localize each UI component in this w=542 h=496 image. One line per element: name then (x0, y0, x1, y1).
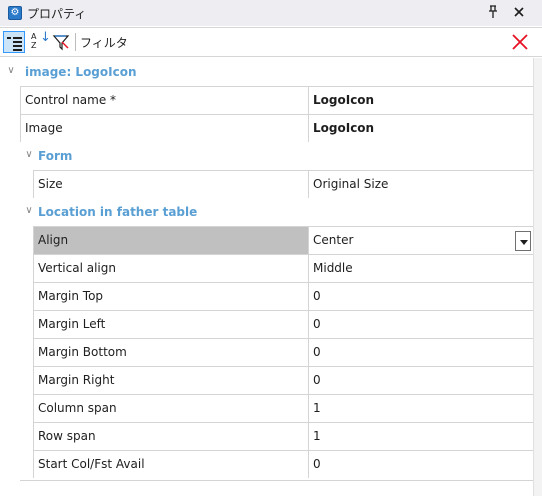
property-row[interactable]: Image LogoIcon (0, 114, 533, 142)
chevron-down-icon[interactable]: ∨ (23, 204, 35, 218)
property-value[interactable]: 0 (308, 366, 533, 394)
category-root[interactable]: ∨ image: LogoIcon (0, 58, 533, 86)
property-value[interactable]: LogoIcon (308, 114, 533, 142)
property-value[interactable]: 1 (308, 422, 533, 450)
align-select[interactable]: Center (308, 226, 533, 254)
category-label: Form (38, 149, 73, 163)
property-value[interactable]: LogoIcon (308, 86, 533, 114)
filter-label: フィルタ (80, 36, 128, 50)
category-label: image: LogoIcon (25, 65, 137, 79)
property-name: Margin Right (33, 366, 309, 394)
property-name: Margin Top (33, 282, 309, 310)
property-value[interactable]: 0 (308, 282, 533, 310)
chevron-down-icon[interactable]: ∨ (23, 148, 35, 162)
property-value[interactable]: Original Size (308, 170, 533, 198)
property-name: Vertical align (33, 254, 309, 282)
property-value: Center (313, 233, 354, 247)
filter-icon[interactable] (52, 32, 70, 52)
dropdown-arrow-icon[interactable] (515, 231, 531, 251)
property-name: Margin Left (33, 310, 309, 338)
property-name: Size (33, 170, 309, 198)
grid-bottom-divider (20, 480, 533, 481)
property-row[interactable]: Margin Left 0 (0, 310, 533, 338)
property-name: Start Col/Fst Avail (33, 450, 309, 478)
panel-title: プロパティ (27, 7, 87, 21)
property-row[interactable]: Start Col/Fst Avail 0 (0, 450, 533, 478)
property-row[interactable]: Margin Bottom 0 (0, 338, 533, 366)
category-location[interactable]: ∨ Location in father table (0, 198, 533, 226)
property-grid: ∨ image: LogoIcon Control name * LogoIco… (0, 58, 542, 496)
property-row[interactable]: Control name * LogoIcon (0, 86, 533, 114)
alphabetical-sort-button[interactable]: AZ ↓ (30, 31, 51, 52)
property-value[interactable]: 0 (308, 338, 533, 366)
category-form[interactable]: ∨ Form (0, 142, 533, 170)
property-name: Control name * (20, 86, 309, 114)
properties-icon: ⚙ (8, 6, 22, 20)
property-row[interactable]: Margin Right 0 (0, 366, 533, 394)
property-row[interactable]: Margin Top 0 (0, 282, 533, 310)
clear-x-icon (512, 34, 528, 50)
property-row[interactable]: Column span 1 (0, 394, 533, 422)
property-row[interactable]: Vertical align Middle (0, 254, 533, 282)
category-label: Location in father table (38, 205, 198, 219)
property-name: Margin Bottom (33, 338, 309, 366)
close-icon[interactable] (510, 3, 528, 21)
property-row-selected[interactable]: Align Center (0, 226, 533, 254)
property-name: Row span (33, 422, 309, 450)
filter-input[interactable] (138, 31, 507, 53)
property-value[interactable]: 0 (308, 310, 533, 338)
property-value[interactable]: 1 (308, 394, 533, 422)
property-value[interactable]: 0 (308, 450, 533, 478)
property-name: Image (20, 114, 309, 142)
property-name: Align (33, 226, 309, 254)
categorized-view-button[interactable] (3, 31, 25, 53)
property-name: Column span (33, 394, 309, 422)
property-value[interactable]: Middle (308, 254, 533, 282)
toolbar: AZ ↓ フィルタ (0, 27, 542, 57)
chevron-down-icon[interactable]: ∨ (5, 64, 17, 78)
title-bar: ⚙ プロパティ (0, 0, 542, 26)
property-row[interactable]: Size Original Size (0, 170, 533, 198)
property-row[interactable]: Row span 1 (0, 422, 533, 450)
pin-icon[interactable] (484, 3, 502, 21)
vertical-scrollbar[interactable] (533, 58, 542, 496)
toolbar-separator (75, 33, 76, 51)
clear-filter-button[interactable] (509, 31, 531, 53)
sort-az-icon: AZ (31, 32, 37, 50)
